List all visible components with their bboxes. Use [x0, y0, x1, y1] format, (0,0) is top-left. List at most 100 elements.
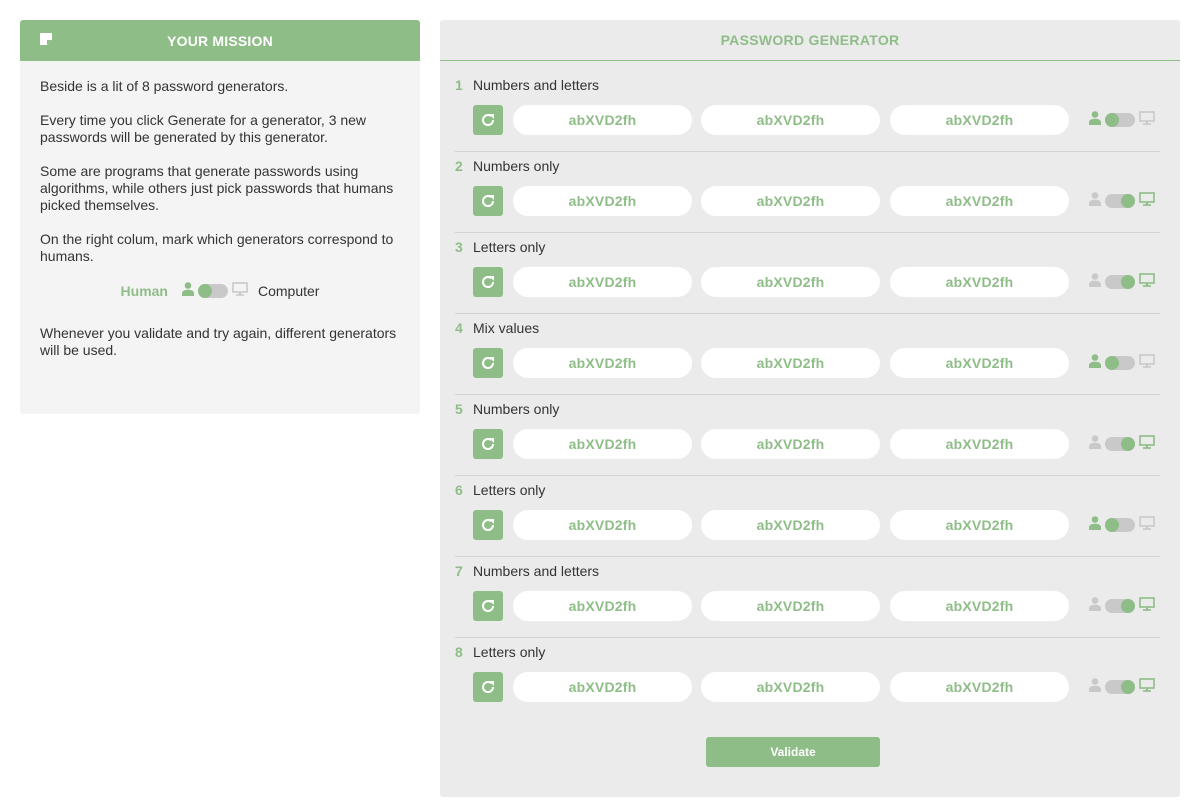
toggle-knob	[1121, 437, 1135, 451]
human-computer-toggle[interactable]	[1105, 275, 1135, 289]
mission-panel: YOUR MISSION Beside is a lit of 8 passwo…	[20, 20, 420, 414]
note-icon	[40, 33, 52, 45]
monitor-icon	[1139, 272, 1155, 292]
password-field: abXVD2fh	[513, 672, 692, 702]
generator-title-label: Numbers and letters	[473, 77, 600, 93]
password-field: abXVD2fh	[513, 429, 692, 459]
refresh-icon	[482, 357, 495, 369]
regenerate-button[interactable]	[473, 510, 503, 540]
generator-row: 5 Numbers only abXVD2fh abXVD2fh abXVD2fh	[455, 395, 1160, 476]
human-computer-toggle[interactable]	[1105, 113, 1135, 127]
password-field: abXVD2fh	[513, 591, 692, 621]
password-field: abXVD2fh	[890, 348, 1069, 378]
human-computer-switch	[1089, 110, 1155, 130]
human-computer-switch	[1089, 515, 1155, 535]
generator-row: 2 Numbers only abXVD2fh abXVD2fh abXVD2fh	[455, 152, 1160, 233]
validate-button[interactable]: Validate	[706, 737, 880, 767]
human-computer-switch	[1089, 596, 1155, 616]
password-field: abXVD2fh	[701, 105, 880, 135]
person-icon	[1089, 596, 1101, 616]
password-field: abXVD2fh	[890, 267, 1069, 297]
person-icon	[1089, 677, 1101, 697]
generator-number: 4	[455, 320, 463, 336]
password-field: abXVD2fh	[513, 105, 692, 135]
generator-title-label: Letters only	[473, 644, 546, 660]
mission-paragraph: On the right colum, mark which generator…	[40, 231, 394, 264]
regenerate-button[interactable]	[473, 429, 503, 459]
password-field: abXVD2fh	[890, 591, 1069, 621]
password-field: abXVD2fh	[701, 510, 880, 540]
monitor-icon	[232, 282, 248, 300]
human-computer-toggle[interactable]	[1105, 437, 1135, 451]
password-field: abXVD2fh	[701, 429, 880, 459]
generator-title-label: Numbers only	[473, 401, 560, 417]
generator-title-label: Mix values	[473, 320, 540, 336]
human-computer-switch	[1089, 677, 1155, 697]
human-computer-toggle[interactable]	[1105, 356, 1135, 370]
person-icon	[1089, 515, 1101, 535]
mission-paragraph: Beside is a lit of 8 password generators…	[40, 78, 289, 94]
human-computer-toggle[interactable]	[1105, 194, 1135, 208]
mission-footer: Whenever you validate and try again, dif…	[40, 325, 397, 358]
refresh-icon	[482, 600, 495, 612]
password-field: abXVD2fh	[513, 348, 692, 378]
password-field: abXVD2fh	[890, 510, 1069, 540]
mission-body: Beside is a lit of 8 password generators…	[20, 61, 420, 359]
human-computer-switch	[1089, 272, 1155, 292]
password-field: abXVD2fh	[701, 186, 880, 216]
person-icon	[1089, 110, 1101, 130]
person-icon	[1089, 191, 1101, 211]
password-field: abXVD2fh	[890, 186, 1069, 216]
regenerate-button[interactable]	[473, 591, 503, 621]
regenerate-button[interactable]	[473, 348, 503, 378]
regenerate-button[interactable]	[473, 105, 503, 135]
generator-number: 2	[455, 158, 463, 174]
generator-row: 1 Numbers and letters abXVD2fh abXVD2fh abXV…	[455, 71, 1160, 152]
person-icon	[181, 282, 194, 300]
generator-title: PASSWORD GENERATOR	[720, 32, 900, 48]
generator-number: 7	[455, 563, 463, 579]
password-field: abXVD2fh	[701, 591, 880, 621]
generator-number: 1	[455, 77, 463, 93]
refresh-icon	[482, 438, 495, 450]
human-computer-toggle[interactable]	[1105, 599, 1135, 613]
generator-title-label: Letters only	[473, 239, 546, 255]
generator-list: 1 Numbers and letters abXVD2fh abXVD2fh abXV…	[455, 71, 1160, 719]
password-field: abXVD2fh	[890, 105, 1069, 135]
generator-row: 8 Letters only abXVD2fh abXVD2fh abXVD2fh	[455, 638, 1160, 719]
generator-number: 6	[455, 482, 463, 498]
toggle-knob	[1105, 113, 1119, 127]
human-computer-switch	[1089, 434, 1155, 454]
monitor-icon	[1139, 434, 1155, 454]
generator-number: 3	[455, 239, 463, 255]
password-field: abXVD2fh	[513, 510, 692, 540]
human-computer-toggle[interactable]	[1105, 680, 1135, 694]
toggle-knob	[197, 284, 212, 298]
human-computer-toggle[interactable]	[1105, 518, 1135, 532]
regenerate-button[interactable]	[473, 186, 503, 216]
monitor-icon	[1139, 677, 1155, 697]
monitor-icon	[1139, 110, 1155, 130]
generator-title-label: Numbers and letters	[473, 563, 600, 579]
person-icon	[1089, 272, 1101, 292]
refresh-icon	[482, 195, 495, 207]
password-field: abXVD2fh	[513, 186, 692, 216]
password-field: abXVD2fh	[890, 672, 1069, 702]
generator-panel: PASSWORD GENERATOR 1 Numbers and letters a…	[440, 20, 1180, 797]
generator-title-label: Letters only	[473, 482, 546, 498]
regenerate-button[interactable]	[473, 267, 503, 297]
human-computer-switch	[1089, 191, 1155, 211]
refresh-icon	[482, 276, 495, 288]
mission-header: YOUR MISSION	[20, 20, 420, 61]
generator-number: 5	[455, 401, 463, 417]
person-icon	[1089, 353, 1101, 373]
generator-title-label: Numbers only	[473, 158, 560, 174]
toggle-knob	[1105, 518, 1119, 532]
human-computer-switch	[1089, 353, 1155, 373]
legend-toggle	[197, 284, 228, 298]
generator-row: 3 Letters only abXVD2fh abXVD2fh abXVD2fh	[455, 233, 1160, 314]
regenerate-button[interactable]	[473, 672, 503, 702]
toggle-knob	[1121, 194, 1135, 208]
generator-row: 6 Letters only abXVD2fh abXVD2fh abXVD2fh	[455, 476, 1160, 557]
legend-human-label: Human	[120, 282, 168, 299]
